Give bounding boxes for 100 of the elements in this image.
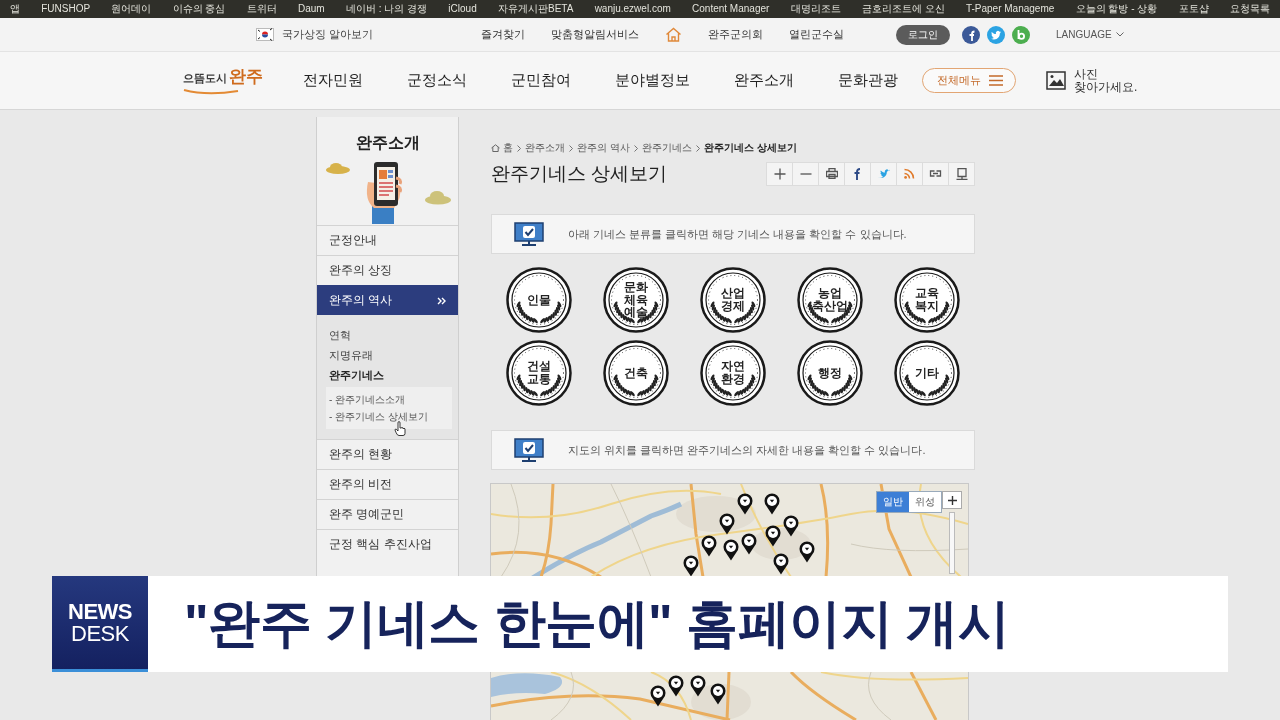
bookmark-link[interactable]: 앱 bbox=[10, 3, 20, 15]
map-pin-icon[interactable] bbox=[719, 513, 735, 535]
map-view-toggle[interactable]: 위성 bbox=[909, 492, 941, 512]
nav-link[interactable]: 분야별정보 bbox=[615, 71, 690, 90]
menu-icon bbox=[989, 75, 1003, 86]
category-badge[interactable]: 기타 bbox=[893, 340, 960, 406]
nav-link[interactable]: 군민참여 bbox=[511, 71, 571, 90]
national-symbols-link[interactable]: 국가상징 알아보기 bbox=[256, 27, 374, 42]
map-panel[interactable]: 일반 위성 bbox=[490, 483, 969, 576]
category-badge[interactable]: 자연 환경 bbox=[700, 340, 766, 406]
facebook-icon[interactable] bbox=[962, 25, 981, 44]
map-pin-icon[interactable] bbox=[783, 515, 799, 537]
toolbar-button[interactable] bbox=[844, 161, 871, 186]
bookmark-link[interactable]: 대명리조트 bbox=[790, 3, 841, 15]
toolbar-button[interactable] bbox=[792, 161, 819, 186]
notice-text: 지도의 위치를 클릭하면 완주기네스의 자세한 내용을 확인할 수 있습니다. bbox=[568, 442, 926, 458]
map-pin-icon[interactable] bbox=[765, 525, 781, 547]
zoom-slider-track[interactable] bbox=[949, 512, 955, 574]
submenu-item[interactable]: 지명유래 bbox=[317, 345, 458, 365]
map-pin-icon[interactable] bbox=[737, 493, 753, 515]
site-logo[interactable]: 으뜸도시 완주 bbox=[183, 66, 263, 95]
laurel-seal-icon bbox=[893, 340, 960, 406]
toolbar-button[interactable] bbox=[818, 161, 845, 186]
bookmark-link[interactable]: 자유게시판BETA bbox=[498, 3, 574, 15]
map-pin-icon[interactable] bbox=[668, 675, 684, 697]
map-pin-icon[interactable] bbox=[799, 541, 815, 563]
category-badge[interactable]: 산업 경제 bbox=[700, 267, 766, 333]
map-pin-icon[interactable] bbox=[764, 493, 780, 515]
toolbar-button[interactable] bbox=[922, 161, 949, 186]
category-badge[interactable]: 건축 bbox=[603, 340, 670, 406]
breadcrumb-link[interactable]: 완주의 역사 bbox=[577, 141, 630, 155]
map-pin-icon[interactable] bbox=[701, 535, 717, 557]
bookmark-link[interactable]: FUNSHOP bbox=[41, 3, 91, 15]
laurel-seal-icon bbox=[603, 340, 670, 406]
bookmark-link[interactable]: 이슈의 중심 bbox=[172, 3, 226, 15]
all-menu-button[interactable]: 전체메뉴 bbox=[922, 68, 1016, 93]
utility-link[interactable]: 맞춤형알림서비스 bbox=[551, 27, 640, 42]
sidebar-item[interactable]: 완주 명예군민 bbox=[317, 499, 458, 529]
breadcrumb-link[interactable]: 완주소개 bbox=[525, 141, 565, 155]
zoom-in-button[interactable] bbox=[942, 491, 962, 509]
map-view-toggle[interactable]: 일반 bbox=[877, 492, 909, 512]
sidebar-item[interactable]: 완주의 비전 bbox=[317, 469, 458, 499]
b-circle-icon[interactable] bbox=[1012, 25, 1031, 44]
sidebar-item[interactable]: 군정 핵심 추진사업 bbox=[317, 529, 458, 559]
sidebar-item[interactable]: 완주의 역사 bbox=[317, 285, 458, 315]
photo-search-link[interactable]: 사진 찾아가세요. bbox=[1046, 67, 1138, 94]
sidebar-item[interactable]: 군정안내 bbox=[317, 225, 458, 255]
page-title: 완주기네스 상세보기 bbox=[491, 161, 668, 186]
language-selector[interactable]: LANGUAGE bbox=[1056, 29, 1124, 40]
minus-icon bbox=[799, 172, 812, 175]
bookmark-link[interactable]: T-Paper Manageme bbox=[965, 3, 1055, 15]
utility-link[interactable]: 열린군수실 bbox=[789, 27, 845, 42]
hand-cursor-icon bbox=[394, 421, 406, 436]
breadcrumb-link[interactable]: 홈 bbox=[491, 141, 513, 155]
map-pin-icon[interactable] bbox=[741, 533, 757, 555]
nav-link[interactable]: 군정소식 bbox=[407, 71, 467, 90]
toolbar-button[interactable] bbox=[948, 161, 975, 186]
breadcrumb-link[interactable]: 완주기네스 bbox=[641, 141, 692, 155]
utility-link[interactable]: 즐겨찾기 bbox=[481, 27, 526, 42]
toolbar-button[interactable] bbox=[766, 161, 793, 186]
bookmark-link[interactable]: 원어데이 bbox=[111, 3, 152, 15]
breadcrumb-link[interactable]: 완주기네스 상세보기 bbox=[703, 141, 797, 155]
map-pin-icon[interactable] bbox=[683, 555, 699, 576]
laurel-seal-icon bbox=[700, 267, 766, 333]
submenu-link[interactable]: - 완주기네스소개 bbox=[326, 391, 452, 408]
bookmark-link[interactable]: Daum bbox=[298, 3, 325, 15]
plus-icon bbox=[947, 495, 957, 505]
login-button[interactable]: 로그인 bbox=[896, 24, 951, 45]
nav-link[interactable]: 전자민원 bbox=[303, 71, 363, 90]
bookmark-link[interactable]: 네이버 : 나의 경쟁 bbox=[345, 3, 428, 15]
category-badge[interactable]: 건설 교통 bbox=[506, 340, 573, 406]
map-pin-icon[interactable] bbox=[723, 539, 739, 561]
bookmark-link[interactable]: Content Manager bbox=[692, 3, 770, 15]
utility-link[interactable]: 완주군의회 bbox=[708, 27, 764, 42]
sidebar-item[interactable]: 완주의 현황 bbox=[317, 439, 458, 469]
twitter-icon[interactable] bbox=[987, 25, 1006, 44]
bookmark-link[interactable]: 트위터 bbox=[246, 3, 277, 15]
map-pin-icon[interactable] bbox=[690, 675, 706, 697]
category-badge[interactable]: 행정 bbox=[796, 340, 863, 406]
nav-link[interactable]: 완주소개 bbox=[734, 71, 794, 90]
logo-line: NEWS bbox=[68, 600, 132, 623]
bookmark-link[interactable]: wanju.ezwel.com bbox=[594, 3, 671, 15]
map-pin-icon[interactable] bbox=[710, 683, 726, 705]
bookmark-link[interactable]: 금호리조트에 오신 bbox=[861, 3, 945, 15]
category-badge[interactable]: 인물 bbox=[506, 267, 573, 333]
category-badge[interactable]: 문화 체육 예술 bbox=[603, 267, 670, 333]
map-pin-icon[interactable] bbox=[773, 553, 789, 575]
map-pin-icon[interactable] bbox=[650, 685, 666, 707]
bookmark-link[interactable]: 오늘의 할방 - 상황 bbox=[1075, 3, 1158, 15]
bookmark-link[interactable]: iCloud bbox=[448, 3, 477, 15]
print-icon bbox=[825, 168, 838, 179]
bookmark-link[interactable]: 요청목록 bbox=[1229, 3, 1270, 15]
nav-link[interactable]: 문화관광 bbox=[838, 71, 898, 90]
category-badge[interactable]: 농업 축산업 bbox=[796, 267, 863, 333]
submenu-link[interactable]: - 완주기네스 상세보기 bbox=[326, 408, 452, 425]
home-icon bbox=[491, 144, 500, 152]
bookmark-link[interactable]: 포토샵 bbox=[1178, 3, 1209, 15]
submenu-item[interactable]: 연혁 bbox=[317, 325, 458, 345]
submenu-item[interactable]: 완주기네스 bbox=[317, 365, 458, 385]
category-badge[interactable]: 교육 복지 bbox=[893, 267, 960, 333]
